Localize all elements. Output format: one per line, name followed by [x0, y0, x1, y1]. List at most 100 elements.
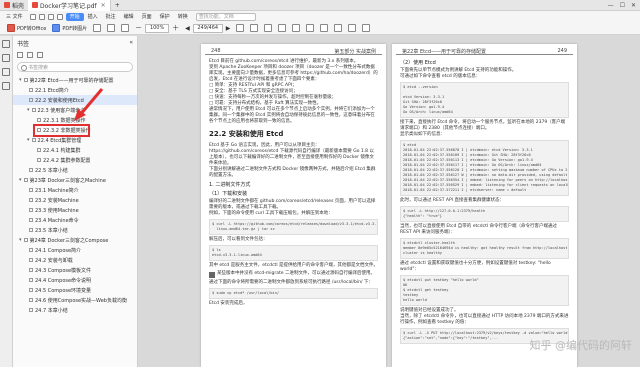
selection-highlight [33, 124, 90, 137]
bookmark-item[interactable]: 24.1 Compose简介 [13, 245, 137, 255]
bookmark-icon [23, 78, 28, 82]
annotation-panel-icon[interactable] [2, 68, 10, 76]
rotate-button[interactable] [233, 24, 247, 32]
sidebar-title: 书签 [17, 41, 30, 48]
expand-arrow-icon[interactable]: ▾ [19, 237, 22, 243]
zoom-in-button[interactable]: ＋ [169, 23, 182, 33]
pdf-convert-icon [7, 24, 15, 32]
zoom-out-button[interactable]: － [132, 23, 145, 33]
bookmark-item[interactable]: 24.6 使用Compose实战—Web负载均衡 [13, 295, 137, 305]
hand-tool-button[interactable] [104, 24, 118, 32]
bookmark-item[interactable]: 24.2 安装与卸载 [13, 255, 137, 265]
image-icon [52, 24, 61, 32]
bookmark-search-input[interactable]: 书签搜索 [17, 62, 133, 72]
play-button[interactable] [90, 24, 104, 32]
bookmark-item[interactable]: 23.1 Machine简介 [13, 185, 137, 195]
read-mode-icon [306, 24, 315, 32]
menu-edit[interactable]: 编辑 [120, 13, 138, 21]
edit-button[interactable] [359, 24, 373, 32]
bookmark-icon [31, 138, 36, 142]
find-button[interactable] [331, 24, 345, 32]
save-icon[interactable] [29, 13, 36, 20]
code-block: $ etcd 2018-01-04 22:02:37.556078 I | et… [400, 140, 569, 196]
menu-protect[interactable]: 保护 [156, 13, 174, 21]
bookmark-item[interactable]: ▾ 第24章 Docker三剑客之Compose [13, 235, 137, 245]
expand-arrow-icon[interactable]: ▾ [27, 107, 30, 113]
bookmark-item[interactable]: 23.5 本章小结 [13, 225, 137, 235]
paragraph: 通过下面的命令将所需要的二进制文件都放到系统可执行路径 /usr/local/b… [209, 280, 373, 285]
document-view[interactable]: 248 第五部分 实战案例 Etcd 目前在 github.com/coreos… [139, 36, 640, 367]
menu-convert[interactable]: 转换 [174, 13, 192, 21]
screenshot-button[interactable] [345, 24, 359, 32]
prev-page-button[interactable]: ◀ [182, 25, 193, 32]
pdf-to-image-button[interactable]: PDF转图片 [49, 24, 90, 32]
bookmark-panel-icon[interactable] [2, 40, 10, 48]
section-heading: 22.2 安装和使用 Etcd [209, 130, 284, 138]
add-bookmark-icon[interactable] [27, 52, 33, 58]
code-block: $ ls etcd-v3.3.1-linux-amd64 [209, 245, 378, 261]
function-search-input[interactable]: 查找功能、文档 [195, 12, 256, 21]
expand-arrow-icon[interactable]: ▾ [27, 137, 30, 143]
close-tab-icon[interactable]: ✕ [101, 2, 106, 9]
delete-bookmark-icon[interactable] [37, 52, 43, 58]
bookmark-label: 24.3 Compose模板文件 [35, 267, 92, 274]
menu-page[interactable]: 页面 [138, 13, 156, 21]
redo-icon[interactable] [56, 13, 63, 20]
bookmark-item[interactable]: 23.4 Machine命令 [13, 215, 137, 225]
bookmark-item[interactable]: 24.3 Compose模板文件 [13, 265, 137, 275]
new-tab-button[interactable]: + [111, 0, 124, 11]
paragraph: Etcd 安装完成后， [209, 301, 248, 306]
maximize-icon[interactable]: ☐ [620, 2, 625, 9]
bookmark-item[interactable]: 23.2 安装Machine [13, 195, 137, 205]
body-text: 说明键值对已经设置成功了。 当然，除了 etcdctl 命令外，也可以直接通过 … [392, 308, 577, 326]
page-number-input[interactable]: 249/464 [192, 23, 223, 33]
auto-scroll-button[interactable] [289, 24, 303, 32]
rotate-icon [236, 24, 245, 32]
bookmark-item[interactable]: 24.5 Compose环境变量 [13, 285, 137, 295]
play-icon [93, 24, 102, 32]
search-panel-icon[interactable] [2, 82, 10, 90]
thumbnail-panel-icon[interactable] [2, 54, 10, 62]
annotate-button[interactable] [317, 24, 331, 32]
read-mode-button[interactable] [303, 24, 317, 32]
print-icon[interactable] [38, 13, 45, 20]
menu-comment[interactable]: 批注 [102, 13, 120, 21]
close-window-icon[interactable]: ✕ [631, 2, 636, 9]
zoom-input[interactable]: 100% [145, 23, 170, 33]
expand-arrow-icon[interactable]: ▾ [19, 77, 22, 83]
paragraph: 此时，可以通过 REST API 直接查看集群健康状态： [400, 198, 504, 203]
menu-insert[interactable]: 插入 [84, 13, 102, 21]
bookmark-item[interactable]: 22.4.1 构建集群 [13, 145, 137, 155]
bookmark-item[interactable]: ▾ 第23章 Docker三剑客之Machine [13, 175, 137, 185]
bookmark-icon [29, 218, 33, 222]
tab-label: Docker学习笔记.pdf [40, 2, 97, 10]
tab-bar: 稻壳 Docker学习笔记.pdf ✕ + — ☐ ✕ [0, 0, 640, 11]
bookmark-item[interactable]: 24.4 Compose命令说明 [13, 275, 137, 285]
code-block: $ etcd --version etcd Version: 3.3.1 Git… [400, 82, 569, 118]
bookmark-item[interactable]: 24.7 本章小结 [13, 305, 137, 315]
bookmark-item[interactable]: ▾ 第22章 Etcd——用于可靠的存储配置 [13, 75, 137, 85]
undo-icon[interactable] [47, 13, 54, 20]
bookmark-label: 23.2 安装Machine [35, 197, 79, 204]
note-box: 某些版本中并没有 etcd-migrate 二进制文件，可以通过源码自行编译后使… [209, 271, 378, 278]
continuous-button[interactable] [275, 24, 289, 32]
minimize-icon[interactable]: — [608, 2, 614, 9]
tab-daoke[interactable]: 稻壳 [0, 0, 28, 11]
bookmark-item[interactable]: 23.3 使用Machine [13, 205, 137, 215]
single-page-button[interactable] [247, 24, 261, 32]
bookmark-item[interactable]: 22.4.2 集群参数配置 [13, 155, 137, 165]
expand-all-icon[interactable] [17, 52, 23, 58]
expand-arrow-icon[interactable]: ▾ [19, 177, 22, 183]
pdf-to-office-button[interactable]: PDF转Office [4, 24, 49, 32]
menu-home[interactable]: 开始 [65, 12, 84, 21]
collapse-sidebar-icon[interactable]: « [129, 39, 133, 48]
menu-file[interactable]: 三 文件 [2, 13, 27, 21]
tab-pdf-document[interactable]: Docker学习笔记.pdf ✕ [28, 0, 111, 11]
double-page-button[interactable] [261, 24, 275, 32]
select-tool-button[interactable] [118, 24, 132, 32]
bookmark-label: 24.5 Compose环境变量 [35, 287, 92, 294]
next-page-button[interactable]: ▶ [223, 25, 234, 32]
bookmark-icon [29, 208, 33, 212]
bookmark-item[interactable]: 22.5 本章小结 [13, 165, 137, 175]
bookmark-icon [29, 278, 33, 282]
